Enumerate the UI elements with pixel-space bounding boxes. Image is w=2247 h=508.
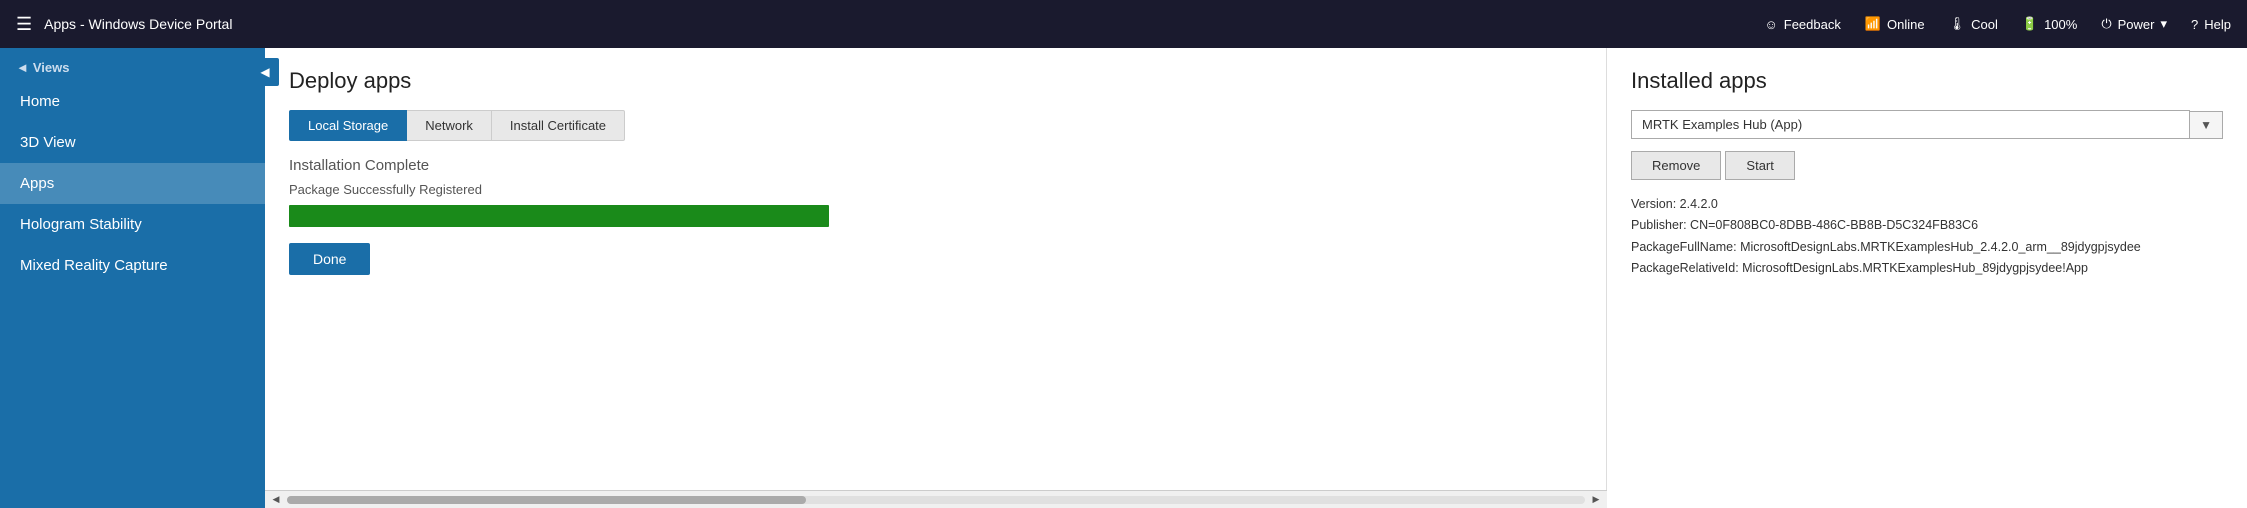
app-version: Version: 2.4.2.0: [1631, 194, 2223, 215]
cool-label: Cool: [1971, 17, 1998, 32]
online-label: Online: [1887, 17, 1925, 32]
start-button[interactable]: Start: [1725, 151, 1794, 180]
scroll-right-arrow[interactable]: ▶: [1589, 493, 1603, 507]
power-dropdown-icon: ▾: [2160, 16, 2167, 32]
deploy-panel: Deploy apps Local Storage Network Instal…: [265, 48, 1607, 508]
sidebar-item-mixed-reality-capture[interactable]: Mixed Reality Capture: [0, 245, 265, 286]
sidebar-item-apps[interactable]: Apps: [0, 163, 265, 204]
installation-complete-label: Installation Complete: [289, 157, 1582, 174]
main-layout: ◀ ◄ Views Home 3D View Apps Hologram Sta…: [0, 48, 2247, 508]
tab-local-storage[interactable]: Local Storage: [289, 110, 407, 141]
online-icon: 📶: [1865, 16, 1881, 32]
progress-bar-fill: [289, 205, 829, 227]
help-label: Help: [2204, 17, 2231, 32]
app-package-full-name: PackageFullName: MicrosoftDesignLabs.MRT…: [1631, 237, 2223, 258]
deploy-tabs: Local Storage Network Install Certificat…: [289, 110, 1582, 141]
sidebar-item-label: 3D View: [20, 134, 76, 151]
battery-item: 🔋 100%: [2022, 16, 2077, 32]
app-package-relative-id: PackageRelativeId: MicrosoftDesignLabs.M…: [1631, 258, 2223, 279]
cool-item: 🌡 Cool: [1949, 16, 1998, 32]
tab-install-certificate[interactable]: Install Certificate: [491, 110, 625, 141]
done-button[interactable]: Done: [289, 243, 370, 275]
app-action-buttons: Remove Start: [1631, 151, 2223, 180]
views-label: Views: [33, 60, 70, 75]
app-info: Version: 2.4.2.0 Publisher: CN=0F808BC0-…: [1631, 194, 2223, 279]
power-icon: ⏻: [2101, 16, 2111, 32]
sidebar-item-label: Home: [20, 93, 60, 110]
power-label: Power: [2118, 17, 2155, 32]
online-item: 📶 Online: [1865, 16, 1925, 32]
app-select-dropdown[interactable]: MRTK Examples Hub (App): [1631, 110, 2190, 139]
app-select-container: MRTK Examples Hub (App) ▼: [1631, 110, 2223, 139]
installation-status-message: Package Successfully Registered: [289, 182, 1582, 197]
select-dropdown-arrow[interactable]: ▼: [2190, 111, 2223, 139]
content-area: Deploy apps Local Storage Network Instal…: [265, 48, 2247, 508]
titlebar-left: ☰ Apps - Windows Device Portal: [16, 14, 1748, 35]
deploy-panel-wrapper: Deploy apps Local Storage Network Instal…: [265, 48, 1607, 508]
battery-label: 100%: [2044, 17, 2077, 32]
help-item[interactable]: ? Help: [2191, 17, 2231, 32]
feedback-icon: ☺: [1764, 17, 1777, 32]
titlebar: ☰ Apps - Windows Device Portal ☺ Feedbac…: [0, 0, 2247, 48]
sidebar-item-hologram-stability[interactable]: Hologram Stability: [0, 204, 265, 245]
sidebar-views-header: ◄ Views: [0, 48, 265, 81]
scroll-left-arrow[interactable]: ◀: [269, 493, 283, 507]
feedback-label: Feedback: [1784, 17, 1841, 32]
progress-bar-container: [289, 205, 829, 227]
tab-network[interactable]: Network: [406, 110, 492, 141]
views-arrow-icon: ◄: [16, 60, 29, 75]
installed-apps-title: Installed apps: [1631, 68, 2223, 94]
sidebar-item-label: Hologram Stability: [20, 216, 142, 233]
help-icon: ?: [2191, 17, 2198, 32]
temperature-icon: 🌡: [1949, 16, 1966, 32]
titlebar-right: ☺ Feedback 📶 Online 🌡 Cool 🔋 100% ⏻ Powe…: [1764, 16, 2231, 32]
page-title: Apps - Windows Device Portal: [44, 16, 232, 32]
hamburger-menu-icon[interactable]: ☰: [16, 14, 32, 35]
sidebar-item-label: Mixed Reality Capture: [20, 257, 168, 274]
battery-icon: 🔋: [2022, 16, 2038, 32]
feedback-item[interactable]: ☺ Feedback: [1764, 17, 1840, 32]
installed-apps-panel: Installed apps MRTK Examples Hub (App) ▼…: [1607, 48, 2247, 508]
horizontal-scrollbar[interactable]: ◀ ▶: [265, 490, 1607, 508]
remove-button[interactable]: Remove: [1631, 151, 1721, 180]
sidebar-item-home[interactable]: Home: [0, 81, 265, 122]
app-publisher: Publisher: CN=0F808BC0-8DBB-486C-BB8B-D5…: [1631, 215, 2223, 236]
power-item[interactable]: ⏻ Power ▾: [2101, 16, 2167, 32]
scrollbar-thumb[interactable]: [287, 496, 806, 504]
sidebar-collapse-button[interactable]: ◀: [251, 58, 279, 86]
sidebar: ◀ ◄ Views Home 3D View Apps Hologram Sta…: [0, 48, 265, 508]
sidebar-item-label: Apps: [20, 175, 54, 192]
deploy-panel-title: Deploy apps: [289, 68, 1582, 94]
sidebar-item-3dview[interactable]: 3D View: [0, 122, 265, 163]
scrollbar-track[interactable]: [287, 496, 1585, 504]
